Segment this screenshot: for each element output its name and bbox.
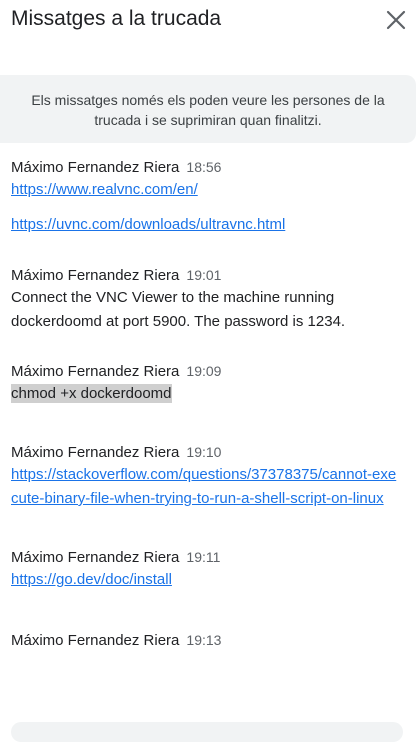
message-meta: Máximo Fernandez Riera 19:10 [11, 441, 403, 463]
close-button[interactable] [380, 4, 412, 36]
message-meta: Máximo Fernandez Riera 19:13 [11, 629, 403, 651]
privacy-notice: Els missatges només els poden veure les … [0, 75, 416, 143]
message-link[interactable]: https://stackoverflow.com/questions/3737… [11, 463, 403, 511]
message-meta: Máximo Fernandez Riera 18:56 [11, 156, 403, 178]
message-group: Máximo Fernandez Riera 19:13 [11, 629, 403, 651]
message-link[interactable]: https://uvnc.com/downloads/ultravnc.html [11, 213, 403, 237]
message-link[interactable]: https://www.realvnc.com/en/ [11, 178, 403, 202]
message-time: 19:01 [186, 267, 222, 283]
selected-text: chmod +x dockerdoomd [11, 384, 172, 403]
sender-name: Máximo Fernandez Riera [11, 363, 180, 380]
message-text: chmod +x dockerdoomd [11, 382, 403, 406]
message-meta: Máximo Fernandez Riera 19:11 [11, 546, 403, 568]
close-icon [386, 10, 406, 30]
message-group: Máximo Fernandez Riera 19:11 https://go.d… [11, 546, 403, 592]
message-link[interactable]: https://go.dev/doc/install [11, 568, 403, 592]
sender-name: Máximo Fernandez Riera [11, 632, 180, 649]
panel-header: Missatges a la trucada [0, 0, 419, 44]
message-group: Máximo Fernandez Riera 18:56 https://www.… [11, 156, 403, 237]
message-input-area[interactable] [11, 722, 403, 742]
message-group: Máximo Fernandez Riera 19:01 Connect the … [11, 264, 403, 334]
sender-name: Máximo Fernandez Riera [11, 444, 180, 461]
panel-title: Missatges a la trucada [11, 7, 222, 30]
message-list: Máximo Fernandez Riera 18:56 https://www.… [11, 156, 403, 651]
message-text: Connect the VNC Viewer to the machine ru… [11, 289, 346, 330]
sender-name: Máximo Fernandez Riera [11, 159, 180, 176]
message-time: 19:10 [186, 444, 222, 460]
sender-name: Máximo Fernandez Riera [11, 267, 180, 284]
message-time: 19:11 [186, 549, 221, 565]
message-group: Máximo Fernandez Riera 19:10 https://stac… [11, 441, 403, 511]
message-time: 18:56 [186, 159, 222, 175]
message-time: 19:09 [186, 363, 222, 379]
message-group: Máximo Fernandez Riera 19:09 chmod +x doc… [11, 360, 403, 406]
sender-name: Máximo Fernandez Riera [11, 549, 180, 566]
message-meta: Máximo Fernandez Riera 19:09 [11, 360, 403, 382]
message-meta: Máximo Fernandez Riera 19:01 [11, 264, 403, 286]
message-time: 19:13 [186, 632, 222, 648]
